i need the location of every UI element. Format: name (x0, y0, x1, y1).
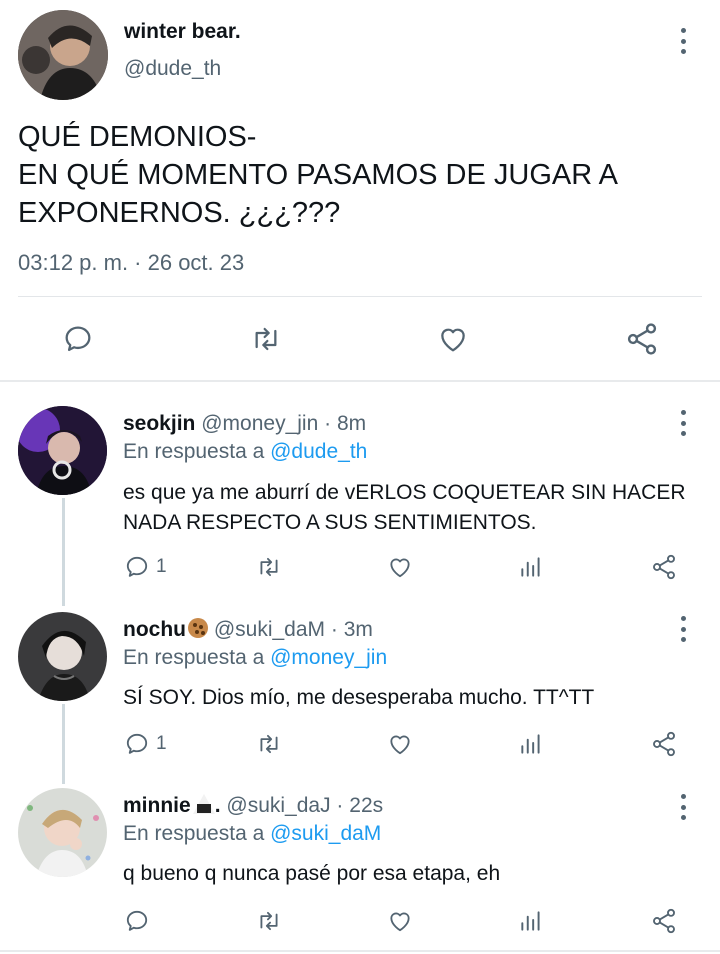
reply-time[interactable]: 8m (337, 412, 366, 435)
reply-count: 1 (156, 556, 167, 577)
avatar[interactable] (18, 10, 108, 100)
retweet-button[interactable] (254, 908, 284, 934)
username[interactable]: @money_jin (201, 412, 318, 435)
like-icon (390, 558, 410, 578)
reply-header: minnie. @suki_daJ · 22s (123, 794, 383, 818)
reply-time[interactable]: 22s (349, 794, 383, 817)
tweet-text-line: EXPONERNOS. ¿¿¿??? (18, 197, 341, 229)
retweet-icon (260, 911, 278, 931)
analytics-button[interactable] (518, 554, 544, 580)
reply-icon (126, 910, 148, 931)
share-icon (627, 323, 657, 355)
retweet-button[interactable] (254, 731, 284, 757)
onigiri-emoji (192, 794, 215, 814)
more-icon[interactable] (679, 616, 687, 642)
main-tweet: winter bear. @dude_th QUÉ DEMONIOS- EN Q… (0, 0, 720, 380)
share-button[interactable] (650, 730, 678, 758)
like-button[interactable] (386, 554, 414, 580)
retweet-icon (255, 327, 277, 351)
mention-link[interactable]: @suki_daM (270, 822, 381, 845)
like-icon (390, 735, 410, 755)
reply-tweet[interactable]: nochu @suki_daM · 3m En respuesta a @mon… (0, 604, 720, 779)
dot-separator: · (324, 412, 332, 435)
more-icon[interactable] (679, 410, 687, 436)
analytics-icon (521, 911, 540, 931)
mention-link[interactable]: @dude_th (270, 440, 367, 463)
like-button[interactable] (386, 731, 414, 757)
reply-text: es que ya me aburrí de vERLOS COQUETEAR … (123, 481, 686, 534)
username[interactable]: @dude_th (124, 57, 221, 81)
like-button[interactable] (436, 323, 470, 355)
share-icon (653, 554, 675, 580)
mention-link[interactable]: @money_jin (270, 646, 387, 669)
username[interactable]: @suki_daJ (226, 794, 330, 817)
tweet-text: QUÉ DEMONIOS- EN QUÉ MOMENTO PASAMOS DE … (18, 118, 708, 232)
dot-separator: · (330, 618, 338, 641)
reply-button[interactable]: 1 (124, 731, 167, 757)
tweet-text-line: QUÉ DEMONIOS- (18, 121, 257, 153)
tweet-text-line: EN QUÉ MOMENTO PASAMOS DE JUGAR A (18, 159, 618, 191)
more-icon[interactable] (679, 794, 687, 820)
analytics-icon (521, 734, 540, 754)
reply-button[interactable] (62, 323, 94, 355)
avatar[interactable] (18, 406, 107, 495)
reply-header: nochu @suki_daM · 3m (123, 618, 373, 642)
reply-button[interactable]: 1 (124, 554, 167, 580)
in-reply-label: En respuesta a (123, 440, 265, 463)
reply-text: SÍ SOY. Dios mío, me desesperaba mucho. … (123, 686, 595, 709)
avatar[interactable] (18, 612, 107, 701)
display-name[interactable]: minnie (123, 794, 191, 817)
reply-time[interactable]: 3m (344, 618, 373, 641)
analytics-button[interactable] (518, 731, 544, 757)
tweet-timestamp[interactable]: 03:12 p. m. · 26 oct. 23 (18, 250, 244, 276)
in-reply-to: En respuesta a @suki_daM (123, 822, 381, 846)
reply-text: q bueno q nunca pasé por esa etapa, eh (123, 862, 501, 885)
share-button[interactable] (624, 321, 660, 357)
username[interactable]: @suki_daM (214, 618, 325, 641)
reply-count: 1 (156, 733, 167, 754)
analytics-button[interactable] (518, 908, 544, 934)
display-name-suffix: . (214, 794, 221, 817)
section-separator (0, 380, 720, 382)
in-reply-to: En respuesta a @money_jin (123, 646, 387, 670)
like-icon (441, 328, 465, 352)
share-button[interactable] (650, 907, 678, 935)
display-name[interactable]: nochu (123, 618, 186, 641)
in-reply-label: En respuesta a (123, 822, 265, 845)
share-button[interactable] (650, 553, 678, 581)
reply-header: seokjin @money_jin · 8m (123, 412, 366, 436)
like-icon (390, 912, 410, 932)
reply-tweet[interactable]: minnie. @suki_daJ · 22s En respuesta a @… (0, 782, 720, 950)
like-button[interactable] (386, 908, 414, 934)
retweet-icon (260, 557, 278, 577)
reply-icon (65, 326, 91, 352)
dot-separator: · (336, 794, 344, 817)
cookie-emoji (188, 618, 208, 638)
divider (18, 296, 702, 297)
reply-icon (126, 733, 148, 754)
more-icon[interactable] (679, 28, 687, 54)
display-name[interactable]: seokjin (123, 412, 195, 435)
share-icon (653, 731, 675, 757)
retweet-button[interactable] (254, 554, 284, 580)
retweet-button[interactable] (248, 323, 284, 355)
share-icon (653, 908, 675, 934)
tweet-actions (0, 315, 720, 365)
analytics-icon (521, 557, 540, 577)
in-reply-to: En respuesta a @dude_th (123, 440, 367, 464)
avatar[interactable] (18, 788, 107, 877)
retweet-icon (260, 734, 278, 754)
in-reply-label: En respuesta a (123, 646, 265, 669)
reply-icon (126, 556, 148, 577)
section-separator (0, 950, 720, 952)
reply-tweet[interactable]: seokjin @money_jin · 8m En respuesta a @… (0, 398, 720, 598)
reply-button[interactable] (124, 908, 150, 934)
display-name[interactable]: winter bear. (124, 20, 241, 44)
